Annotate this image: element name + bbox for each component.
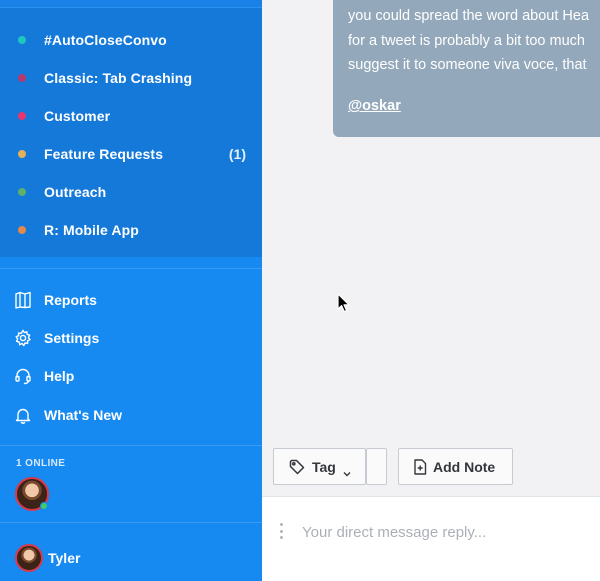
message-text-line: suggest it to someone viva voce, that xyxy=(348,57,587,73)
sidebar-item-help[interactable]: Help xyxy=(0,358,262,394)
tag-button[interactable]: Tag xyxy=(273,448,366,485)
tag-dropdown-button[interactable] xyxy=(366,448,387,485)
tag-item-customer[interactable]: Customer xyxy=(0,97,262,135)
sidebar-item-settings[interactable]: Settings xyxy=(0,320,262,356)
tag-color-dot xyxy=(18,74,26,82)
sidebar-item-label: Settings xyxy=(44,330,100,346)
sidebar-divider xyxy=(0,268,262,269)
tag-label: Classic: Tab Crashing xyxy=(44,70,193,86)
message-text-line: you could spread the word about Hea xyxy=(348,8,590,24)
sidebar-item-label: Help xyxy=(44,368,75,384)
chevron-down-icon xyxy=(343,464,351,477)
vertical-dots-icon[interactable] xyxy=(280,523,284,543)
online-count-label: 1 ONLINE xyxy=(16,458,66,469)
mention-link[interactable]: @oskar xyxy=(348,98,401,114)
message-bubble: you could spread the word about Hea for … xyxy=(333,0,600,137)
headset-icon xyxy=(14,367,32,385)
tag-color-dot xyxy=(18,188,26,196)
sidebar-item-reports[interactable]: Reports xyxy=(0,282,262,318)
tag-item-classic-tab-crashing[interactable]: Classic: Tab Crashing xyxy=(0,59,262,97)
bell-icon xyxy=(14,406,32,424)
reports-icon xyxy=(14,291,32,309)
tag-list: #AutoCloseConvo Classic: Tab Crashing Cu… xyxy=(0,0,262,257)
tag-item-feature-requests[interactable]: Feature Requests (1) xyxy=(0,135,262,173)
gear-icon xyxy=(14,329,32,347)
online-status-dot xyxy=(40,502,48,510)
tag-item-autocloseconvo[interactable]: #AutoCloseConvo xyxy=(0,21,262,59)
current-user-name[interactable]: Tyler xyxy=(48,550,80,566)
tag-icon xyxy=(289,459,305,475)
tag-list-top-edge xyxy=(0,0,262,8)
add-note-button[interactable]: Add Note xyxy=(398,448,513,485)
sidebar-divider xyxy=(0,522,262,523)
tag-item-outreach[interactable]: Outreach xyxy=(0,173,262,211)
message-text-line: for a tweet is probably a bit too much xyxy=(348,33,585,49)
sidebar-item-label: What's New xyxy=(44,407,123,423)
sidebar-item-whats-new[interactable]: What's New xyxy=(0,397,262,433)
tag-label: Customer xyxy=(44,108,111,124)
current-user-avatar[interactable] xyxy=(15,544,43,572)
sidebar: #AutoCloseConvo Classic: Tab Crashing Cu… xyxy=(0,0,262,581)
mouse-cursor-icon xyxy=(337,293,350,313)
tag-color-dot xyxy=(18,226,26,234)
tag-color-dot xyxy=(18,36,26,44)
tag-label: #AutoCloseConvo xyxy=(44,32,167,48)
tag-label: Outreach xyxy=(44,184,107,200)
tag-button-label: Tag xyxy=(312,459,336,475)
sidebar-item-label: Reports xyxy=(44,292,97,308)
reply-composer xyxy=(262,496,600,581)
sidebar-divider xyxy=(0,445,262,446)
tag-item-mobile-app[interactable]: R: Mobile App xyxy=(0,211,262,249)
tag-label: Feature Requests xyxy=(44,146,164,162)
tag-color-dot xyxy=(18,150,26,158)
conversation-pane: you could spread the word about Hea for … xyxy=(262,0,600,581)
tag-color-dot xyxy=(18,112,26,120)
note-icon xyxy=(413,459,427,475)
reply-input[interactable] xyxy=(302,517,592,547)
tag-count-badge: (1) xyxy=(228,146,246,162)
tag-label: R: Mobile App xyxy=(44,222,139,238)
add-note-label: Add Note xyxy=(433,459,496,475)
